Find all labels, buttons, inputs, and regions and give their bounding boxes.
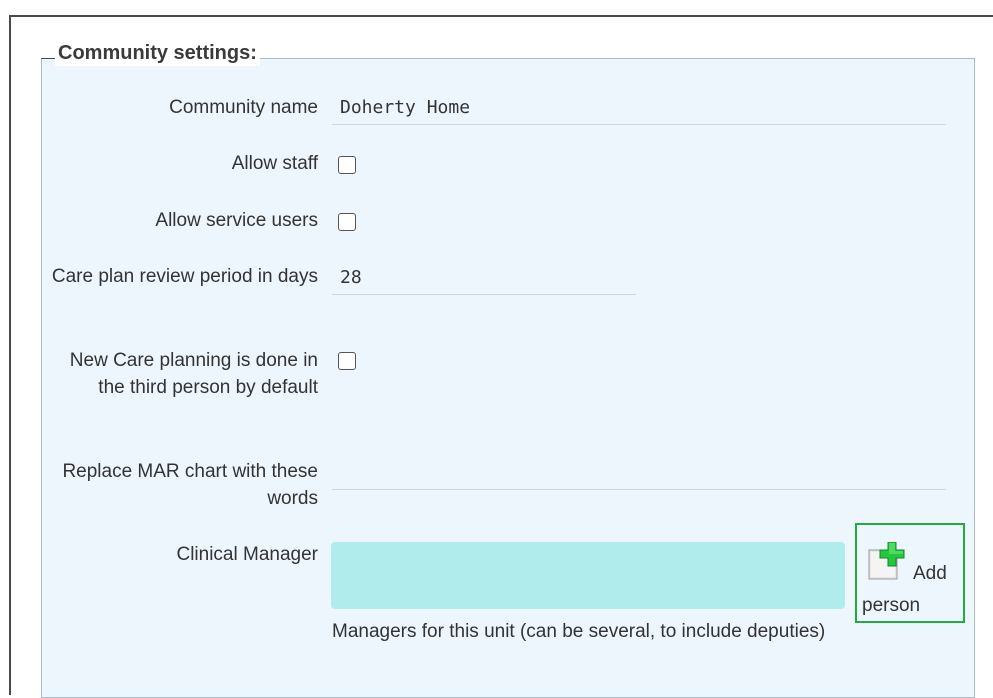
allow-service-users-checkbox[interactable] [338,213,356,231]
community-name-input[interactable] [332,91,946,125]
replace-mar-input[interactable] [332,456,946,490]
clinical-manager-list[interactable] [331,542,845,609]
care-plan-review-label: Care plan review period in days [51,266,318,287]
add-person-button[interactable]: Add person [855,523,965,623]
allow-staff-checkbox[interactable] [338,156,356,174]
clinical-manager-label: Clinical Manager [176,544,318,565]
allow-staff-label: Allow staff [231,153,318,174]
add-person-label-1: Add [913,563,947,584]
legend-border-left [41,58,55,59]
section-legend: Community settings: [55,40,260,66]
community-name-label: Community name [169,97,318,118]
add-person-label-2: person [862,595,921,616]
third-person-checkbox[interactable] [338,352,356,370]
plus-icon [868,542,905,580]
third-person-label: New Care planning is done in the third p… [69,350,318,398]
replace-mar-label: Replace MAR chart with these words [62,461,318,509]
care-plan-review-input[interactable] [332,261,636,295]
allow-service-users-label: Allow service users [155,210,318,231]
clinical-manager-help: Managers for this unit (can be several, … [332,621,826,642]
